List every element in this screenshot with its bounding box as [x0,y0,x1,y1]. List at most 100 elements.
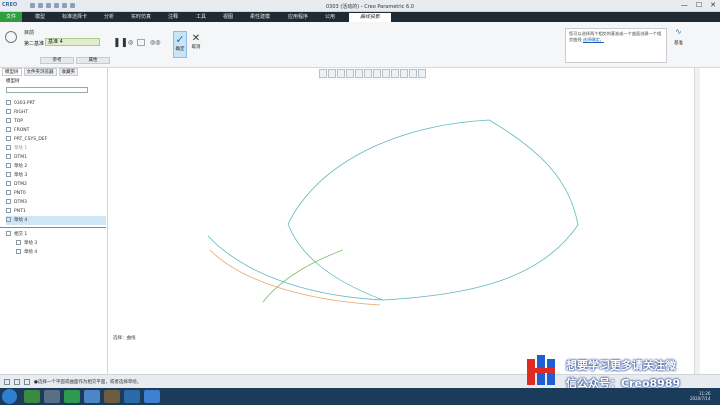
taskbar-app-ai[interactable] [24,390,40,403]
plane-icon [6,109,11,114]
clock[interactable]: 11:26 2020/7/14 [690,391,711,401]
list-item[interactable]: 草绘 4 [6,216,106,225]
menu-common[interactable]: 公用 [325,12,335,22]
menu-curve-projection[interactable]: 曲线投影 [349,13,391,22]
list-item[interactable]: 草绘 4 [6,248,106,257]
window-icon[interactable] [24,379,30,385]
datum-wave-icon[interactable]: ∿ [675,27,682,36]
list-item[interactable]: TOP [6,117,106,126]
tab-references[interactable]: 参考 [40,57,74,64]
list-item[interactable]: FRONT [6,126,106,135]
model-tree-title: 模型树 [6,79,20,84]
sketch-icon [6,217,11,222]
curve-upper-teal[interactable] [287,119,579,301]
taskbar-app-word[interactable] [144,390,160,403]
list-item[interactable]: 草绘 2 [6,162,106,171]
display-style-icon[interactable] [355,69,363,78]
spin-center-icon[interactable] [409,69,417,78]
saved-views-icon[interactable] [364,69,372,78]
menu-standard-tabs[interactable]: 标准选择卡 [62,12,87,22]
menu-model[interactable]: 模型 [35,12,45,22]
plane-icon [6,199,11,204]
sketch-view-icon[interactable] [418,69,426,78]
zoom-out-icon[interactable] [337,69,345,78]
list-item[interactable]: PNT1 [6,207,106,216]
list-item[interactable]: 相交 1 [6,230,106,239]
csys-icon [6,136,11,141]
preview-icon[interactable]: ◎ [128,39,136,46]
graphics-canvas[interactable] [108,68,694,374]
view-toolbar [319,69,426,80]
tab-properties[interactable]: 属性 [76,57,110,64]
pause-icon[interactable]: ❚❚ [113,38,128,48]
menu-annotate[interactable]: 注释 [168,12,178,22]
menu-view[interactable]: 视图 [223,12,233,22]
ok-label: 确定 [175,47,185,52]
model-tree: 0303.PRT RIGHT TOP FRONT PRT_CSYS_DEF 草绘… [6,99,106,225]
vertical-scrollbar[interactable] [694,68,700,374]
taskbar-app-media[interactable] [84,390,100,403]
annotation-display-icon[interactable] [400,69,408,78]
zoom-in-icon[interactable] [328,69,336,78]
check-preview-icon[interactable] [137,39,145,46]
tab-model-tree[interactable]: 模型树 [2,68,22,76]
list-item[interactable]: 草绘 3 [6,239,106,248]
tip-link[interactable]: 选择确定。 [583,37,604,42]
list-item[interactable]: DTM1 [6,153,106,162]
tab-folder-browser[interactable]: 文件夹浏览器 [23,68,57,76]
datum-label: 基准 [674,41,683,46]
menu-file[interactable]: 文件 [0,12,22,22]
cancel-button[interactable]: ✕ 取消 [189,31,203,58]
minimize-button[interactable]: — [681,1,688,9]
regenerate-icon[interactable] [70,3,75,8]
taskbar-app-wechat[interactable] [64,390,80,403]
list-item[interactable]: DTM2 [6,180,106,189]
list-item[interactable]: PNT0 [6,189,106,198]
list-item[interactable]: RIGHT [6,108,106,117]
search-input[interactable] [6,87,88,93]
undo-icon[interactable] [54,3,59,8]
start-button[interactable] [2,389,17,404]
menu-applications[interactable]: 应用程序 [288,12,308,22]
list-item[interactable]: PRT_CSYS_DEF [6,135,106,144]
close-button[interactable]: ✕ [710,1,716,9]
open-icon[interactable] [38,3,43,8]
taskbar-app-creo[interactable] [124,390,140,403]
save-icon[interactable] [46,3,51,8]
sketch-icon [6,172,11,177]
tree-root[interactable]: 0303.PRT [6,99,106,108]
glasses-icon[interactable]: ◎◎ [150,39,160,46]
maximize-button[interactable]: ☐ [696,1,702,9]
redo-icon[interactable] [62,3,67,8]
tab-favorites[interactable]: 收藏夹 [58,68,78,76]
list-item[interactable]: DTM3 [6,198,106,207]
folder-icon[interactable] [14,379,20,385]
new-icon[interactable] [30,3,35,8]
perspective-icon[interactable] [382,69,390,78]
title-bar: CREO 0303 (活动的) - Creo Parametric 6.0 — … [0,0,720,12]
refit-icon[interactable] [319,69,327,78]
curve-orange[interactable] [209,249,381,306]
tip-panel: 您可以选择两个相交的基准或一个曲面创建一个相交曲线 选择确定。 [565,28,667,63]
app-logo: CREO [2,2,18,8]
feature-subtree: 相交 1 草绘 3 草绘 4 [6,230,106,257]
grid-icon[interactable] [4,379,10,385]
ok-button[interactable]: ✓ 确定 [173,31,187,58]
menu-flexible-modeling[interactable]: 柔性建模 [250,12,270,22]
menu-live-sim[interactable]: 实时仿真 [131,12,151,22]
quick-access-toolbar [30,3,122,9]
menu-analysis[interactable]: 分析 [104,12,114,22]
list-item[interactable]: 草绘 3 [6,171,106,180]
view-manager-icon[interactable] [373,69,381,78]
ribbon: 目前 第二基准 基准 4 参考 属性 ❚❚ ◎ ◎◎ ✓ 确定 ✕ 取消 您可以… [0,22,720,68]
taskbar-app-folder[interactable] [104,390,120,403]
taskbar-app-explorer[interactable] [44,390,60,403]
menu-tools[interactable]: 工具 [196,12,206,22]
datum-display-icon[interactable] [391,69,399,78]
list-item[interactable]: 草绘 1 [6,144,106,153]
reference-collector[interactable]: 基准 4 [45,38,100,46]
plane-icon [6,118,11,123]
cancel-label: 取消 [191,45,201,50]
repaint-icon[interactable] [346,69,354,78]
clock-date: 2020/7/14 [690,396,711,401]
